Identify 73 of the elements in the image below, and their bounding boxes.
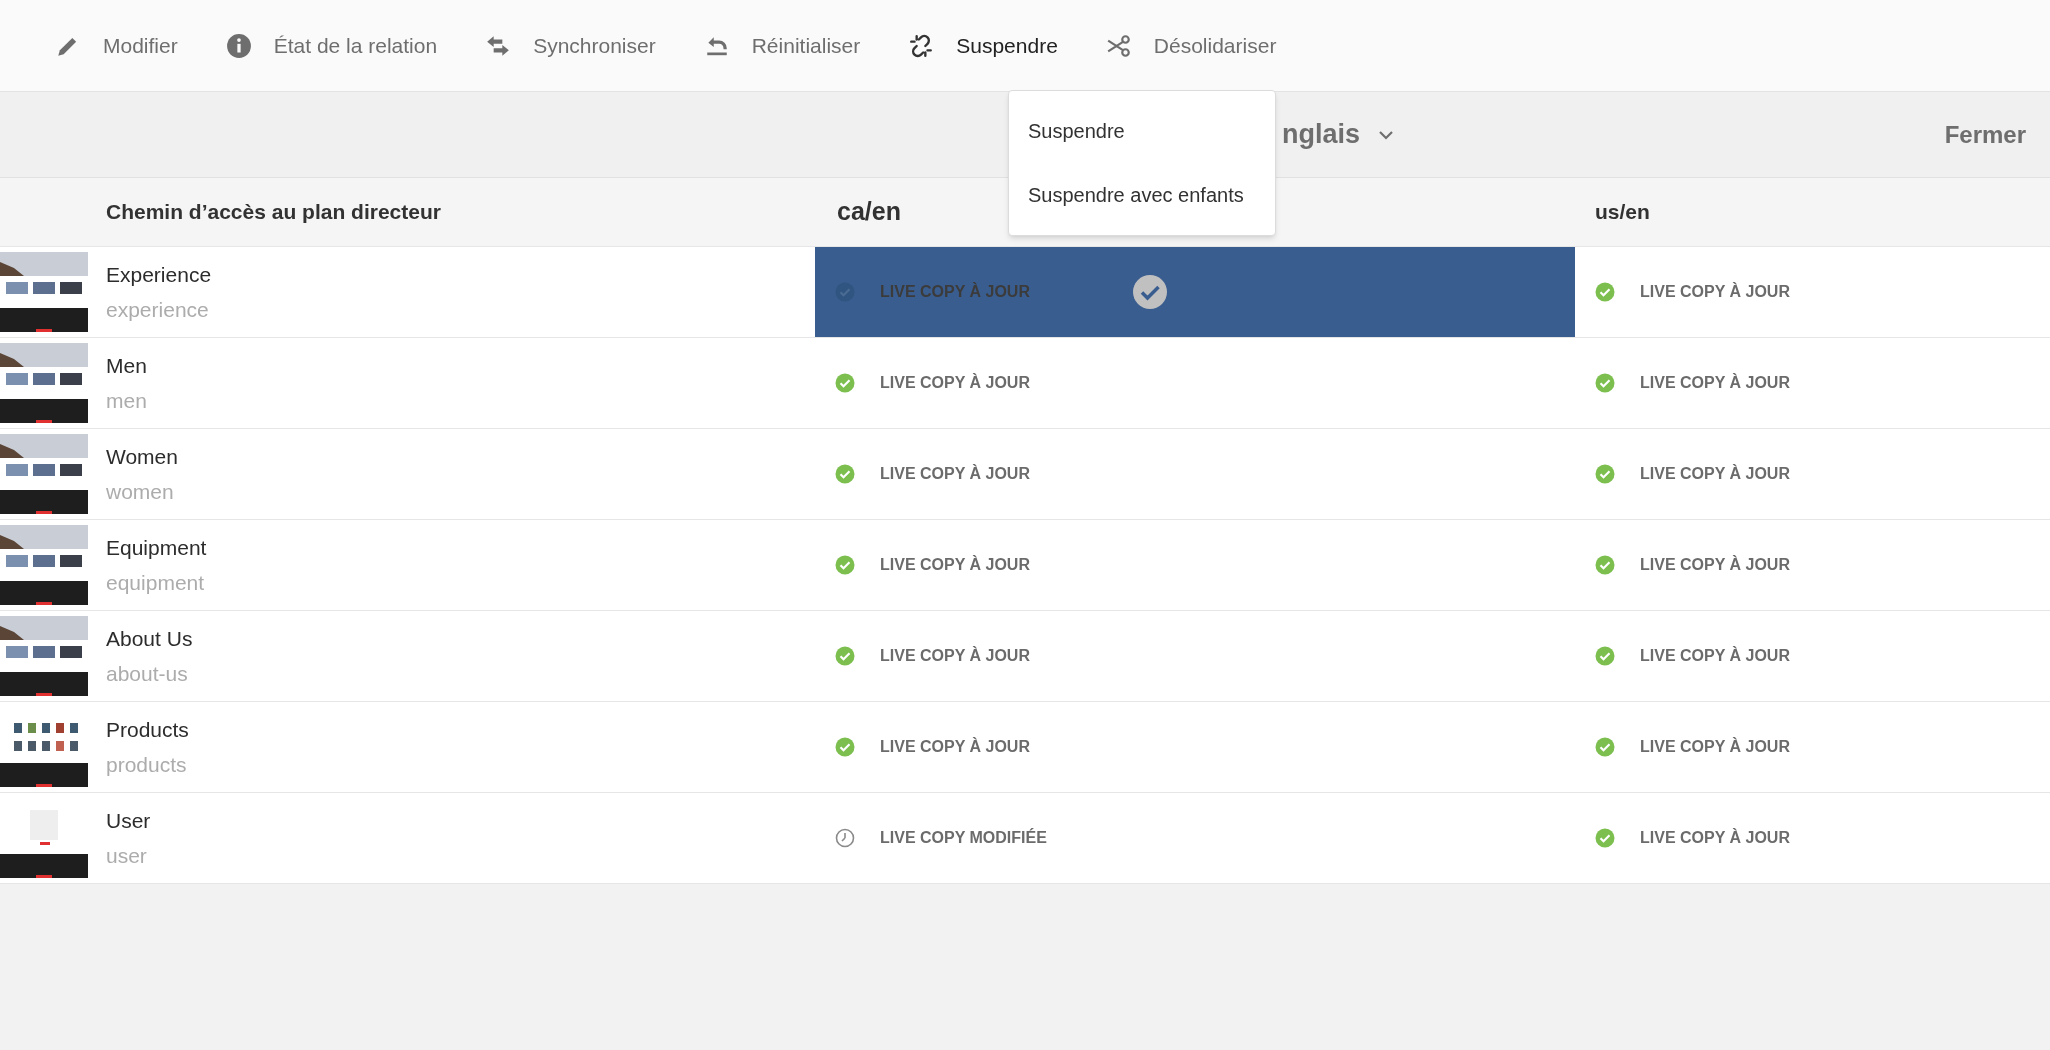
page-path: user (106, 843, 147, 869)
status-label: LIVE COPY À JOUR (1640, 827, 1790, 848)
page-title: About Us (106, 625, 193, 652)
status-label: LIVE COPY À JOUR (1640, 281, 1790, 302)
status-label: LIVE COPY À JOUR (1640, 645, 1790, 666)
check-circle-icon (1595, 464, 1615, 484)
status-label: LIVE COPY À JOUR (880, 736, 1030, 757)
page-title: Women (106, 443, 178, 470)
check-circle-icon (1595, 282, 1615, 302)
page-title: Experience (106, 261, 212, 288)
check-circle-icon (1595, 373, 1615, 393)
page-path: men (106, 388, 147, 414)
page-path: experience (106, 297, 209, 323)
check-circle-icon (835, 737, 855, 757)
page-title: Products (106, 716, 189, 743)
page-title: Equipment (106, 534, 207, 561)
status-cell[interactable]: LIVE COPY À JOUR (815, 611, 1575, 701)
menu-item[interactable]: Suspendre avec enfants (1009, 163, 1275, 227)
status-label: LIVE COPY À JOUR (880, 463, 1030, 484)
check-circle-icon (1595, 646, 1615, 666)
language-dropdown[interactable]: nglais (1282, 114, 1395, 155)
check-circle-icon (1595, 555, 1615, 575)
info-icon (225, 32, 252, 59)
status-cell[interactable]: LIVE COPY À JOUR (1575, 793, 2050, 883)
status-label: LIVE COPY À JOUR (880, 554, 1030, 575)
check-circle-icon (1595, 737, 1615, 757)
column-header: ca/en (837, 197, 901, 226)
status-cell[interactable]: LIVE COPY À JOUR (1575, 338, 2050, 428)
toolbar-button[interactable]: Désolidariser (1105, 20, 1277, 71)
toolbar-button[interactable]: Modifier (55, 20, 178, 71)
page-path: products (106, 752, 187, 778)
page-path: women (106, 479, 174, 505)
status-label: LIVE COPY À JOUR (1640, 736, 1790, 757)
toolbar-button[interactable]: Réinitialiser (703, 20, 861, 71)
toolbar-button[interactable]: Suspendre (908, 20, 1058, 71)
status-cell[interactable]: LIVE COPY À JOUR (1575, 702, 2050, 792)
status-cell[interactable]: LIVE COPY À JOUR (1575, 247, 2050, 337)
status-cell[interactable]: LIVE COPY MODIFIÉE (815, 793, 1575, 883)
check-circle-icon (1595, 828, 1615, 848)
column-header: Chemin d’accès au plan directeur (106, 199, 442, 226)
close-button[interactable]: Fermer (1944, 116, 2026, 153)
status-label: LIVE COPY À JOUR (880, 645, 1030, 666)
clock-icon (835, 828, 855, 848)
check-circle-icon (835, 555, 855, 575)
status-label: LIVE COPY À JOUR (880, 281, 1030, 302)
check-circle-icon (835, 646, 855, 666)
chevron-down-icon (1378, 129, 1395, 140)
status-label: LIVE COPY À JOUR (1640, 463, 1790, 484)
page-title: Men (106, 352, 147, 379)
page-path: equipment (106, 570, 205, 596)
status-cell[interactable]: LIVE COPY À JOUR (1575, 429, 2050, 519)
status-label: LIVE COPY À JOUR (1640, 554, 1790, 575)
check-circle-icon (835, 282, 855, 302)
toolbar-button[interactable]: État de la relation (225, 20, 438, 71)
check-circle-icon (835, 464, 855, 484)
status-label: LIVE COPY À JOUR (880, 372, 1030, 393)
page-path: about-us (106, 661, 188, 687)
status-cell[interactable]: LIVE COPY À JOUR (815, 702, 1575, 792)
status-label: LIVE COPY À JOUR (1640, 372, 1790, 393)
scissors-icon (1105, 32, 1132, 59)
check-circle-icon (1131, 274, 1168, 310)
check-circle-icon (835, 373, 855, 393)
status-cell[interactable]: LIVE COPY À JOUR (815, 338, 1575, 428)
status-cell[interactable]: LIVE COPY À JOUR (1575, 520, 2050, 610)
page-title: User (106, 807, 151, 834)
status-cell[interactable]: LIVE COPY À JOUR (815, 429, 1575, 519)
column-header: us/en (1595, 200, 1650, 224)
status-label: LIVE COPY MODIFIÉE (880, 827, 1047, 848)
menu-item[interactable]: Suspendre (1009, 99, 1275, 163)
broken-link-icon (908, 32, 935, 59)
status-cell[interactable]: LIVE COPY À JOUR (815, 520, 1575, 610)
toolbar-button[interactable]: Synchroniser (485, 20, 656, 71)
status-cell[interactable]: LIVE COPY À JOUR (1575, 611, 2050, 701)
